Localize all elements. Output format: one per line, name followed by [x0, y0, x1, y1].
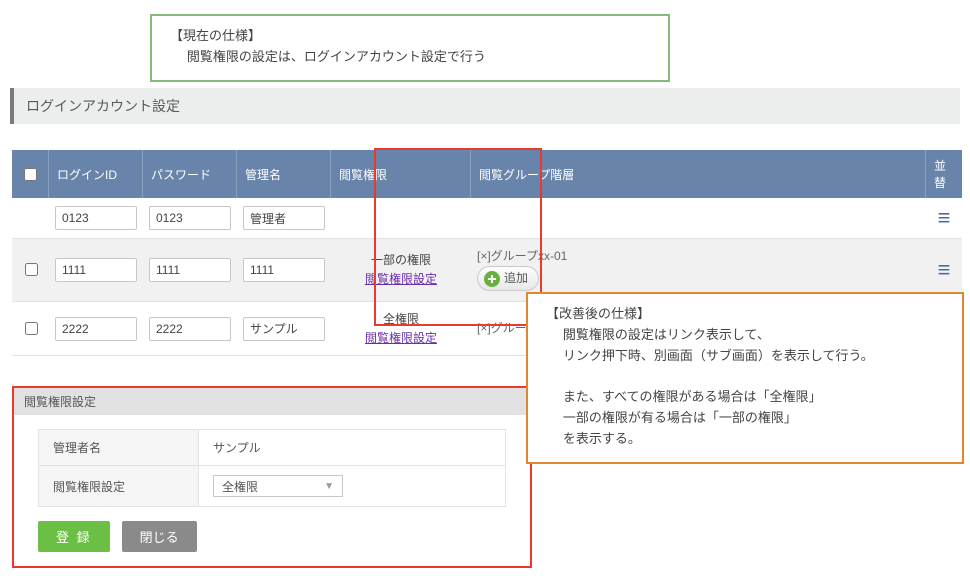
select-all-checkbox[interactable]	[24, 168, 37, 181]
callout-title: 【改善後の仕様】	[546, 306, 650, 321]
permission-settings-panel-highlight: 閲覧権限設定 管理者名 サンプル 閲覧権限設定 全権限 ▼ 登 録 閉じる	[12, 386, 532, 568]
password-input[interactable]	[149, 258, 231, 282]
header-admin-name: 管理名	[237, 150, 331, 198]
login-id-input[interactable]	[55, 206, 137, 230]
admin-name-label: 管理者名	[39, 430, 199, 466]
password-input[interactable]	[149, 206, 231, 230]
permission-settings-link[interactable]: 閲覧権限設定	[365, 272, 437, 286]
permission-dropdown-value: 全権限	[222, 478, 258, 495]
header-view-permission: 閲覧権限	[331, 150, 471, 198]
table-row: ≡	[12, 198, 962, 239]
admin-name-value: サンプル	[199, 430, 506, 466]
permission-form: 管理者名 サンプル 閲覧権限設定 全権限 ▼	[38, 429, 506, 507]
permission-status: 全権限	[337, 310, 465, 328]
header-view-group: 閲覧グループ階層	[471, 150, 926, 198]
header-login-id: ログインID	[49, 150, 143, 198]
callout-improved-spec: 【改善後の仕様】 閲覧権限の設定はリンク表示して、 リンク押下時、別画面（サブ画…	[526, 292, 964, 464]
permission-dropdown[interactable]: 全権限 ▼	[213, 475, 343, 497]
permission-status: 一部の権限	[337, 251, 465, 269]
callout-current-spec: 【現在の仕様】 閲覧権限の設定は、ログインアカウント設定で行う	[150, 14, 670, 82]
group-item[interactable]: [×]グループxx-01	[477, 247, 920, 266]
admin-name-input[interactable]	[243, 317, 325, 341]
close-button[interactable]: 閉じる	[122, 521, 197, 552]
permission-settings-link[interactable]: 閲覧権限設定	[365, 331, 437, 345]
add-label: 追加	[504, 269, 528, 288]
page-title: ログインアカウント設定	[10, 88, 960, 124]
register-button[interactable]: 登 録	[38, 521, 110, 552]
admin-name-input[interactable]	[243, 258, 325, 282]
header-checkbox[interactable]	[12, 150, 49, 198]
header-sort: 並替	[926, 150, 962, 198]
row-checkbox[interactable]	[25, 263, 38, 276]
header-password: パスワード	[143, 150, 237, 198]
callout-title: 【現在の仕様】	[170, 28, 261, 43]
login-id-input[interactable]	[55, 317, 137, 341]
plus-icon	[484, 271, 500, 287]
add-group-button[interactable]: 追加	[477, 266, 539, 291]
drag-handle-icon[interactable]: ≡	[932, 263, 956, 277]
panel-title: 閲覧権限設定	[14, 388, 530, 415]
chevron-down-icon: ▼	[324, 481, 334, 492]
perm-label: 閲覧権限設定	[39, 466, 199, 507]
login-id-input[interactable]	[55, 258, 137, 282]
callout-desc: 閲覧権限の設定は、ログインアカウント設定で行う	[170, 47, 650, 68]
callout-desc: 閲覧権限の設定はリンク表示して、 リンク押下時、別画面（サブ画面）を表示して行う…	[546, 325, 944, 450]
admin-name-input[interactable]	[243, 206, 325, 230]
drag-handle-icon[interactable]: ≡	[932, 211, 956, 225]
password-input[interactable]	[149, 317, 231, 341]
row-checkbox[interactable]	[25, 322, 38, 335]
